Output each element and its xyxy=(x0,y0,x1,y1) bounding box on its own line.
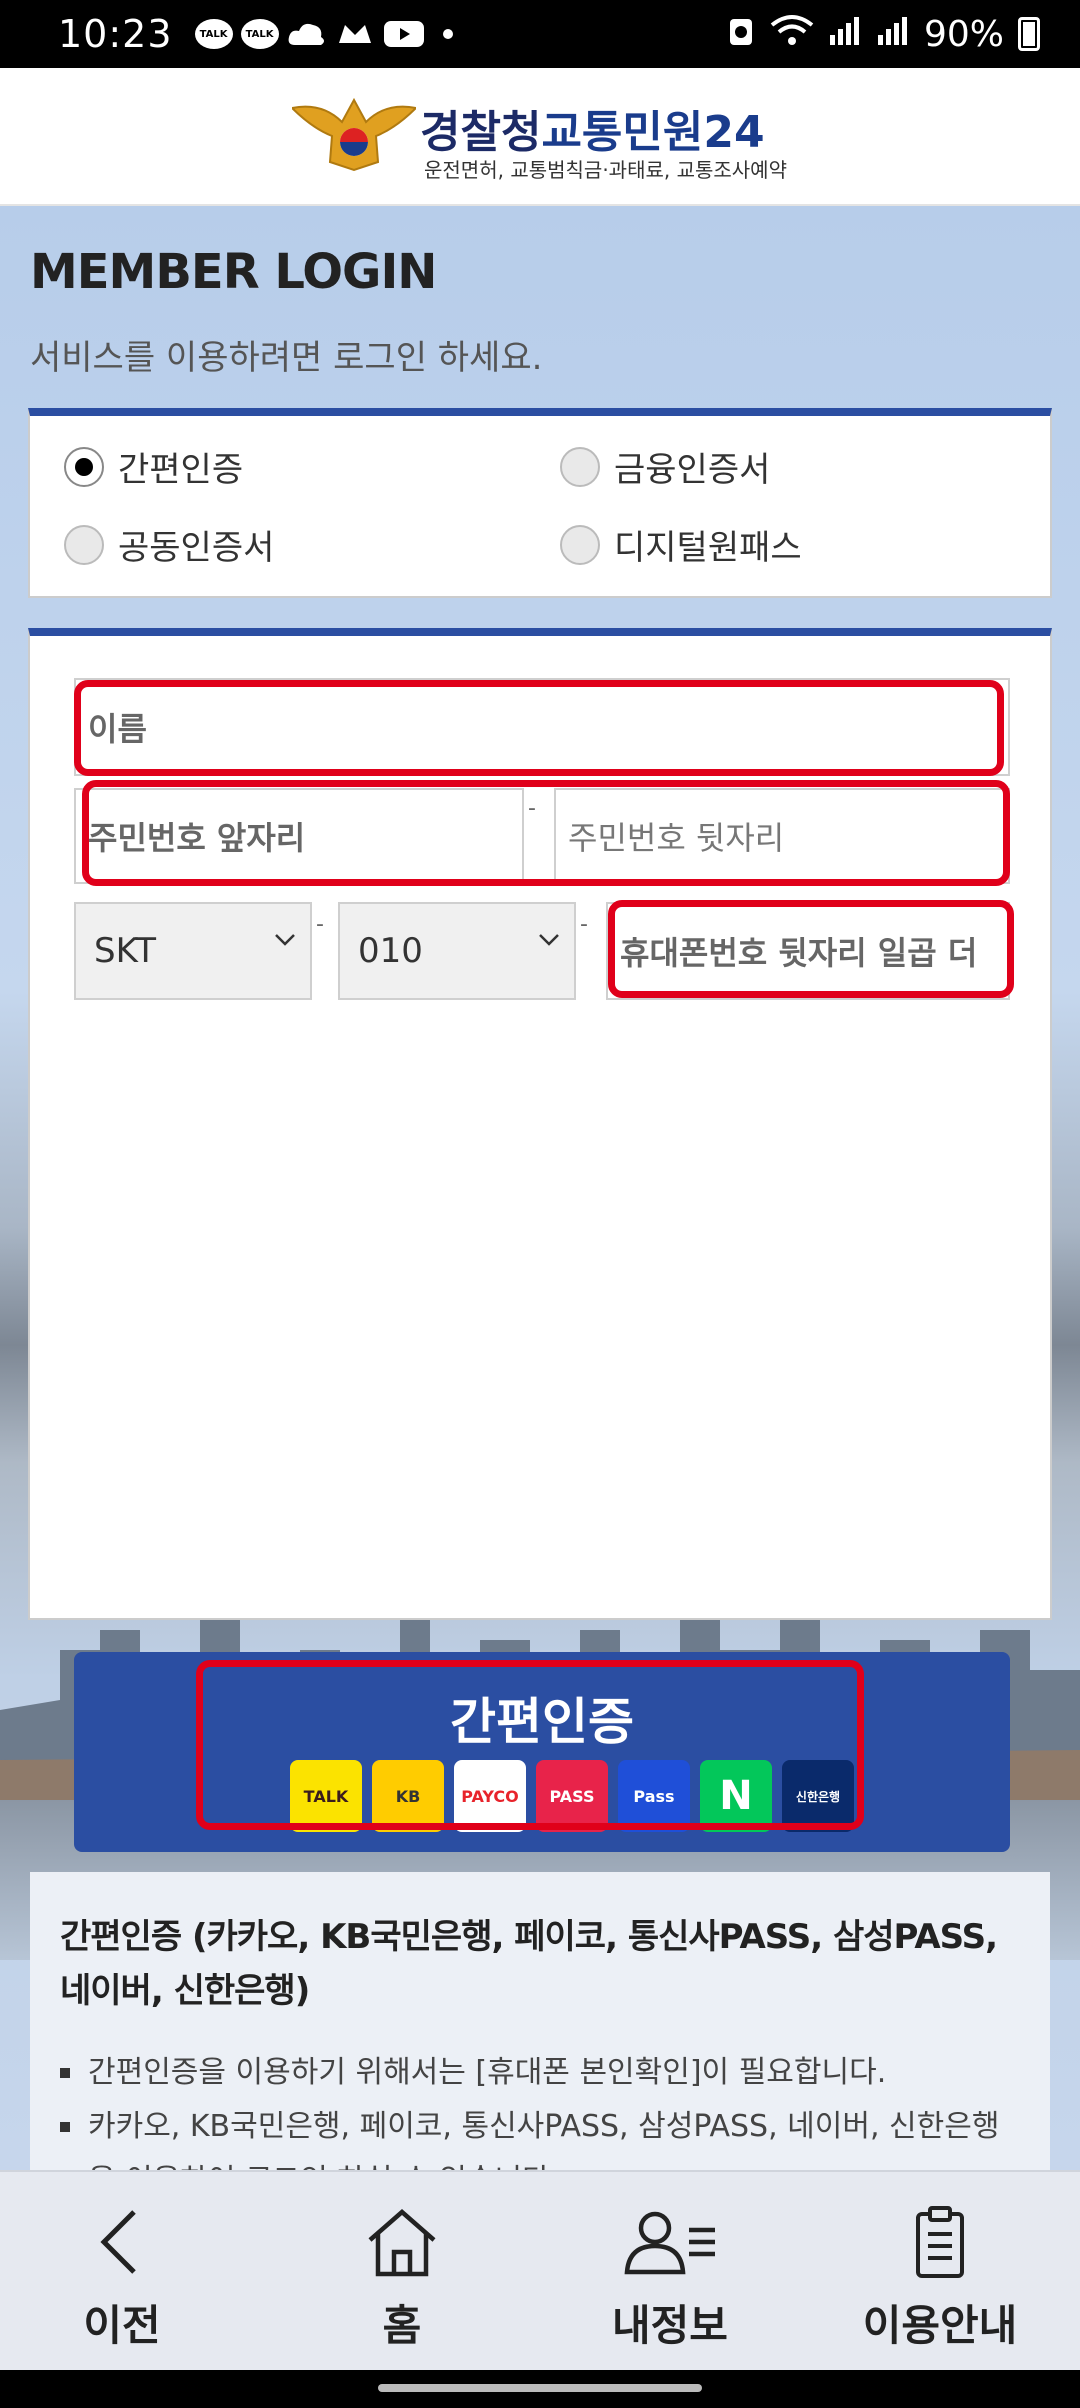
system-icons: 90% xyxy=(726,13,1040,56)
page-subtitle: 서비스를 이용하려면 로그인 하세요. xyxy=(30,338,543,378)
rrn-back-input[interactable]: 주민번호 뒷자리 xyxy=(554,788,1010,884)
youtube-icon xyxy=(383,19,425,49)
notification-icons: TALK TALK xyxy=(194,19,453,49)
payco-icon: PAYCO xyxy=(454,1760,526,1832)
radio-unchecked-icon[interactable] xyxy=(64,524,104,565)
samsung-pass-icon: Pass xyxy=(618,1760,690,1832)
rrn-dash: - xyxy=(528,796,536,821)
kakaotalk-icon: TALK xyxy=(194,19,233,49)
signal-r-icon xyxy=(828,13,862,56)
status-bar: 10:23 TALK TALK 90% xyxy=(0,0,1080,68)
kb-bank-icon: KB xyxy=(372,1760,444,1832)
nav-back[interactable]: 이전 xyxy=(22,2202,222,2353)
prefix-select[interactable]: 010 xyxy=(338,902,576,1000)
nav-guide[interactable]: 이용안내 xyxy=(840,2202,1040,2353)
simple-auth-button[interactable]: 간편인증 TALK KB PAYCO PASS Pass N 신한은행 xyxy=(74,1652,1010,1852)
info-heading: 간편인증 (카카오, KB국민은행, 페이코, 통신사PASS, 삼성PASS,… xyxy=(60,1917,998,2011)
method-joint-cert[interactable]: 공동인증서 xyxy=(64,520,274,569)
recycle-icon xyxy=(726,13,756,56)
auth-method-group: 간편인증 금융인증서 공동인증서 디지털원패스 xyxy=(28,408,1052,598)
back-arrow-icon xyxy=(100,2210,136,2274)
site-subtitle: 운전면허, 교통범칙금·과태료, 교통조사예약 xyxy=(424,158,787,182)
wifi-icon xyxy=(770,13,814,56)
info-bullet: 간편인증을 이용하기 위해서는 [휴대폰 본인확인]이 필요합니다. xyxy=(60,2046,1020,2100)
phone-dash-2: - xyxy=(580,912,588,937)
game-icon xyxy=(335,19,375,49)
chevron-down-icon xyxy=(275,934,295,946)
phone-number-input[interactable]: 휴대폰번호 뒷자리 일곱 더 xyxy=(606,902,1010,1000)
nav-home[interactable]: 홈 xyxy=(302,2202,502,2353)
auth-provider-list: TALK KB PAYCO PASS Pass N 신한은행 xyxy=(290,1760,854,1832)
nav-home-label: 홈 xyxy=(382,2301,422,2350)
status-time: 10:23 xyxy=(58,12,173,56)
carrier-value: SKT xyxy=(94,931,157,971)
gesture-bar xyxy=(0,2370,1080,2408)
nav-back-label: 이전 xyxy=(83,2301,161,2350)
kakaotalk-icon: TALK xyxy=(240,19,279,49)
site-title-part2: 교통민원24 xyxy=(541,107,765,158)
battery-icon xyxy=(1018,17,1040,51)
battery-percent: 90% xyxy=(923,13,1004,55)
method-financial-cert[interactable]: 금융인증서 xyxy=(560,442,770,491)
method-digital-onepass[interactable]: 디지털원패스 xyxy=(560,520,802,569)
phone-dash-1: - xyxy=(316,912,324,937)
shinhan-bank-icon: 신한은행 xyxy=(782,1760,854,1832)
rrn-front-input[interactable]: 주민번호 앞자리 xyxy=(74,788,524,884)
radio-checked-icon[interactable] xyxy=(64,446,104,487)
clipboard-icon xyxy=(916,2206,964,2278)
method-label: 간편인증 xyxy=(118,450,244,490)
naver-icon: N xyxy=(700,1760,772,1832)
bottom-nav: 이전 홈 내정보 이용안내 xyxy=(0,2170,1080,2370)
method-label: 금융인증서 xyxy=(614,450,771,490)
nav-my-info-label: 내정보 xyxy=(612,2301,728,2350)
police-emblem-icon xyxy=(292,97,416,172)
method-label: 디지털원패스 xyxy=(614,528,802,568)
simple-auth-label: 간편인증 xyxy=(450,1693,634,1751)
site-title[interactable]: 경찰청교통민원24 xyxy=(420,96,765,160)
cloud-icon xyxy=(287,19,327,49)
home-gesture-handle[interactable] xyxy=(378,2384,702,2392)
nav-guide-label: 이용안내 xyxy=(862,2301,1018,2350)
kakao-icon: TALK xyxy=(290,1760,362,1832)
login-form: 이름 주민번호 앞자리 - 주민번호 뒷자리 SKT - 010 - 휴대폰번호… xyxy=(28,628,1052,2228)
home-icon xyxy=(368,2209,436,2277)
nav-my-info[interactable]: 내정보 xyxy=(570,2202,770,2353)
app-header: 경찰청교통민원24 운전면허, 교통범칙금·과태료, 교통조사예약 xyxy=(0,68,1080,206)
method-simple-auth[interactable]: 간편인증 xyxy=(64,442,243,491)
carrier-select[interactable]: SKT xyxy=(74,902,312,1000)
name-input[interactable]: 이름 xyxy=(74,678,1010,776)
page-title: MEMBER LOGIN xyxy=(30,244,437,300)
prefix-value: 010 xyxy=(358,931,423,971)
method-label: 공동인증서 xyxy=(118,528,275,568)
user-list-icon xyxy=(624,2211,715,2275)
more-notifications-icon xyxy=(442,29,453,39)
radio-unchecked-icon[interactable] xyxy=(560,524,600,565)
site-title-part1: 경찰청 xyxy=(420,107,542,158)
radio-unchecked-icon[interactable] xyxy=(560,446,600,487)
chevron-down-icon xyxy=(539,934,559,946)
signal-icon xyxy=(876,13,910,56)
telecom-pass-icon: PASS xyxy=(536,1760,608,1832)
